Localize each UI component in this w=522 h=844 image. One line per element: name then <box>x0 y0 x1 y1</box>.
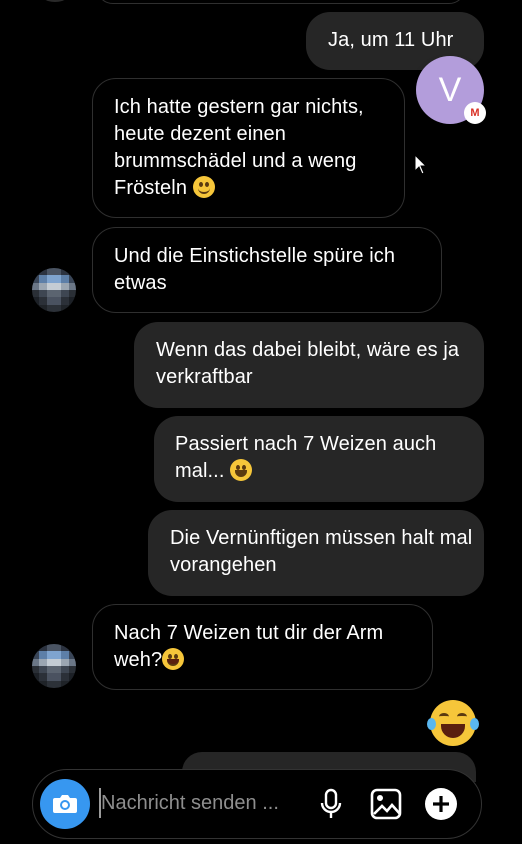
message-text: Wenn das dabei bleibt, wäre es ja verkra… <box>156 339 460 388</box>
laughing-emoji-icon <box>162 648 185 670</box>
microphone-icon <box>320 788 342 818</box>
microphone-button[interactable] <box>313 786 349 822</box>
message-text: Ja, um 11 Uhr <box>328 29 454 51</box>
message-text: Und die Einstichstelle spüre ich etwas <box>114 245 396 294</box>
floating-contact-avatar[interactable]: V M <box>416 56 486 124</box>
add-icon <box>425 788 457 820</box>
camera-button[interactable] <box>40 779 90 829</box>
grinning-emoji-icon <box>230 459 253 481</box>
mail-badge-icon: M <box>464 102 486 124</box>
message-incoming[interactable]: Nach 7 Weizen tut dir der Arm weh? <box>92 604 433 690</box>
message-text: Ich hatte gestern gar nichts, heute deze… <box>114 96 364 199</box>
message-composer: Nachricht senden ... <box>32 769 482 839</box>
message-outgoing[interactable]: Wenn das dabei bleibt, wäre es ja verkra… <box>134 322 484 408</box>
badge-letter: M <box>470 107 480 119</box>
gallery-icon <box>370 788 402 820</box>
gallery-button[interactable] <box>368 786 404 822</box>
camera-icon <box>53 795 77 813</box>
message-outgoing[interactable]: Die Vernünftigen müssen halt mal vorange… <box>148 510 484 596</box>
message-incoming[interactable]: Ich hatte gestern gar nichts, heute deze… <box>92 78 405 218</box>
avatar-letter: V <box>438 70 462 109</box>
message-input[interactable]: Nachricht senden ... <box>101 792 279 815</box>
tears-of-joy-emoji-icon[interactable] <box>427 700 479 746</box>
contact-avatar[interactable] <box>32 268 76 312</box>
message-incoming[interactable]: Und die Einstichstelle spüre ich etwas <box>92 227 442 313</box>
message-outgoing[interactable]: Passiert nach 7 Weizen auch mal... <box>154 416 484 502</box>
message-text: Nach 7 Weizen tut dir der Arm weh? <box>114 622 384 671</box>
partial-bubble-top <box>96 0 466 4</box>
contact-avatar[interactable] <box>32 644 76 688</box>
message-text: Die Vernünftigen müssen halt mal vorange… <box>170 527 473 576</box>
message-text: Passiert nach 7 Weizen auch mal... <box>175 433 437 482</box>
wink-emoji-icon <box>192 176 215 198</box>
partial-avatar-top <box>38 0 72 2</box>
add-button[interactable] <box>423 786 459 822</box>
mouse-cursor-icon <box>414 154 428 175</box>
